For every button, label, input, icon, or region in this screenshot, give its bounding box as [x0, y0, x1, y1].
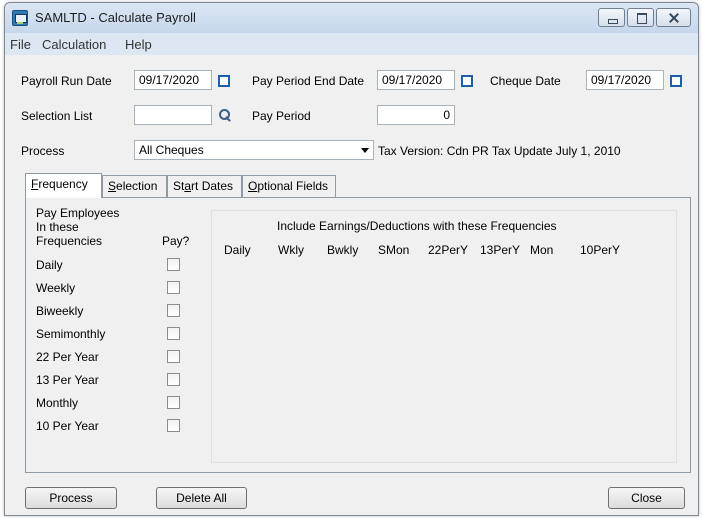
- pay-13-per-year-checkbox[interactable]: [167, 373, 180, 386]
- selection-list-label: Selection List: [21, 109, 93, 123]
- process-button[interactable]: Process: [25, 487, 117, 509]
- pay-period-end-date-field[interactable]: 09/17/2020: [377, 70, 455, 90]
- window-title: SAMLTD - Calculate Payroll: [35, 10, 196, 25]
- menu-calculation[interactable]: Calculation: [42, 37, 106, 52]
- tab-optional-fields-hotkey: O: [248, 179, 258, 193]
- pay-column-header: Pay?: [162, 234, 190, 248]
- pay-employees-header-1: Pay Employees: [36, 206, 120, 220]
- menu-file[interactable]: File: [10, 37, 31, 52]
- cheque-date-label: Cheque Date: [490, 74, 561, 88]
- include-column-header: 22PerY: [428, 243, 469, 257]
- tab-frequency[interactable]: Frequency: [25, 173, 102, 198]
- pay-period-end-date-label: Pay Period End Date: [252, 74, 365, 88]
- tab-selection[interactable]: Selection: [102, 175, 167, 197]
- include-column-header: Daily: [224, 243, 251, 257]
- delete-all-button[interactable]: Delete All: [156, 487, 247, 509]
- frequency-panel: Pay Employees In these Frequencies Pay? …: [25, 197, 691, 473]
- calendar-icon[interactable]: [670, 75, 682, 87]
- frequency-row-label: 10 Per Year: [36, 419, 99, 433]
- process-label: Process: [21, 144, 65, 158]
- pay-employees-header-3: Frequencies: [36, 234, 103, 248]
- tax-version-text: Tax Version: Cdn PR Tax Update July 1, 2…: [378, 144, 621, 158]
- pay-employees-header-2: In these: [36, 220, 79, 234]
- frequency-row-label: Biweekly: [36, 304, 84, 318]
- search-icon[interactable]: [218, 108, 232, 122]
- close-window-button[interactable]: [656, 8, 691, 27]
- frequency-row-label: 13 Per Year: [36, 373, 99, 387]
- pay-10-per-year-checkbox[interactable]: [167, 419, 180, 432]
- tab-start-dates[interactable]: Start Dates: [167, 175, 242, 197]
- app-icon: [12, 10, 28, 26]
- tab-optional-fields-label: ptional Fields: [257, 179, 329, 193]
- include-frequencies-title: Include Earnings/Deductions with these F…: [277, 219, 557, 233]
- tab-selection-label: election: [116, 179, 158, 193]
- menu-bar: File Calculation Help: [5, 33, 698, 55]
- pay-weekly-checkbox[interactable]: [167, 281, 180, 294]
- pay-period-label: Pay Period: [252, 109, 311, 123]
- include-column-header: Wkly: [278, 243, 304, 257]
- pay-period-field[interactable]: 0: [377, 105, 455, 125]
- calendar-icon[interactable]: [461, 75, 473, 87]
- minimize-button[interactable]: [598, 8, 625, 27]
- include-column-header: 13PerY: [480, 243, 521, 257]
- payroll-run-date-field[interactable]: 09/17/2020: [134, 70, 212, 90]
- frequency-row-label: Daily: [36, 258, 63, 272]
- include-column-header: 10PerY: [580, 243, 621, 257]
- menu-help[interactable]: Help: [125, 37, 152, 52]
- title-bar: SAMLTD - Calculate Payroll: [5, 3, 698, 33]
- cheque-date-field[interactable]: 09/17/2020: [586, 70, 664, 90]
- maximize-button[interactable]: [627, 8, 654, 27]
- close-button[interactable]: Close: [608, 487, 685, 509]
- pay-semimonthly-checkbox[interactable]: [167, 327, 180, 340]
- chevron-down-icon: [361, 148, 369, 153]
- pay-22-per-year-checkbox[interactable]: [167, 350, 180, 363]
- calculate-payroll-window: SAMLTD - Calculate Payroll File Calculat…: [4, 2, 699, 516]
- tab-selection-hotkey: S: [108, 179, 117, 193]
- payroll-run-date-label: Payroll Run Date: [21, 74, 112, 88]
- include-column-header: SMon: [378, 243, 410, 257]
- include-frequencies-grid: Include Earnings/Deductions with these F…: [211, 210, 677, 463]
- process-select-value: All Cheques: [139, 143, 204, 157]
- tab-optional-fields[interactable]: Optional Fields: [242, 175, 336, 197]
- selection-list-field[interactable]: [134, 105, 212, 125]
- process-select[interactable]: All Cheques: [134, 140, 374, 160]
- pay-daily-checkbox[interactable]: [167, 258, 180, 271]
- include-column-header: Bwkly: [327, 243, 359, 257]
- tab-frequency-label: requency: [38, 177, 88, 191]
- tab-start-dates-label: rt Dates: [191, 179, 234, 193]
- frequency-row-label: 22 Per Year: [36, 350, 99, 364]
- frequency-row-label: Semimonthly: [36, 327, 106, 341]
- tab-start-dates-prefix: St: [173, 179, 185, 193]
- pay-monthly-checkbox[interactable]: [167, 396, 180, 409]
- calendar-icon[interactable]: [218, 75, 230, 87]
- include-column-header: Mon: [530, 243, 554, 257]
- frequency-row-label: Monthly: [36, 396, 79, 410]
- frequency-row-label: Weekly: [36, 281, 76, 295]
- pay-biweekly-checkbox[interactable]: [167, 304, 180, 317]
